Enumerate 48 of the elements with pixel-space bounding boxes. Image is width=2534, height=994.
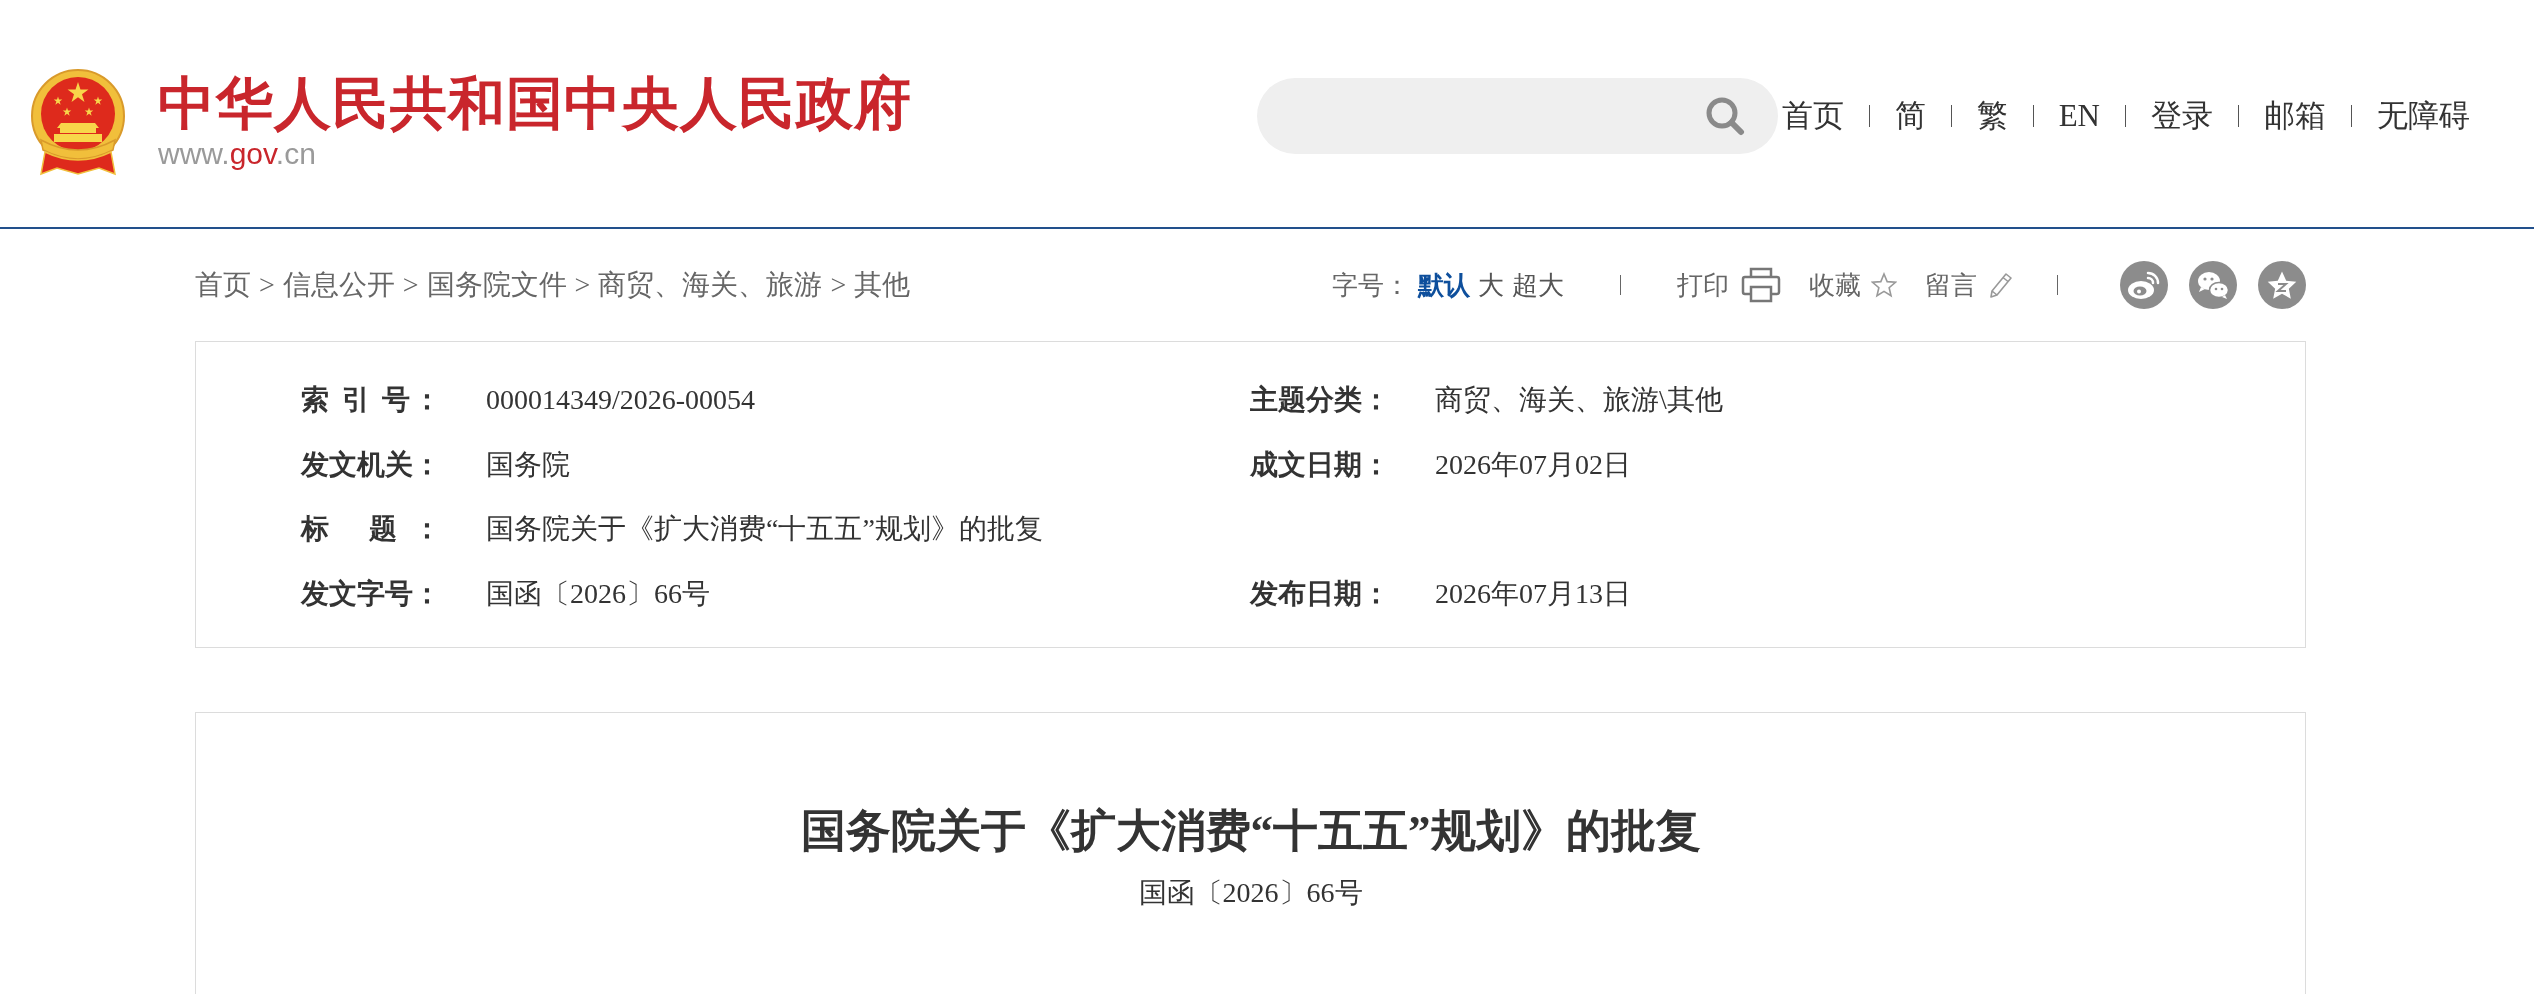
field-value: 000014349/2026-00054 bbox=[486, 383, 756, 418]
field-value: 国函〔2026〕66号 bbox=[486, 576, 710, 611]
field-value: 国务院关于《扩大消费“十五五”规划》的批复 bbox=[486, 512, 1043, 547]
site-url: www.gov.cn bbox=[158, 137, 316, 171]
breadcrumb-link[interactable]: 信息公开 bbox=[282, 266, 395, 304]
pencil-icon bbox=[1987, 272, 2013, 298]
breadcrumb-separator: > bbox=[574, 269, 591, 301]
chat-bubbles-icon[interactable] bbox=[2189, 261, 2237, 309]
field-label: 发文机关： bbox=[301, 447, 441, 482]
field-value: 国务院 bbox=[486, 447, 570, 482]
nav-link[interactable]: 无障碍 bbox=[2377, 96, 2470, 136]
favorite-button[interactable]: 收藏 bbox=[1809, 267, 1897, 303]
breadcrumb-link[interactable]: 国务院文件 bbox=[426, 266, 567, 304]
nav-link[interactable]: 邮箱 bbox=[2264, 96, 2326, 136]
document-number: 国函〔2026〕66号 bbox=[1138, 876, 1363, 910]
search-icon[interactable] bbox=[1704, 96, 1745, 136]
nav-link[interactable]: 登录 bbox=[2151, 96, 2213, 136]
field-value: 商贸、海关、旅游\其他 bbox=[1435, 383, 1723, 418]
nav-link[interactable]: 首页 bbox=[1781, 96, 1844, 136]
font-size-option[interactable]: 默认 bbox=[1418, 267, 1470, 303]
printer-icon bbox=[1741, 267, 1781, 303]
comment-button[interactable]: 留言 bbox=[1925, 267, 2013, 303]
breadcrumb-link[interactable]: 商贸、海关、旅游 bbox=[598, 266, 823, 304]
breadcrumb-separator: > bbox=[402, 269, 419, 301]
weibo-icon[interactable] bbox=[2120, 261, 2168, 309]
breadcrumb-separator: > bbox=[259, 269, 275, 301]
site-title: 中华人民共和国中央人民政府 bbox=[158, 73, 912, 133]
font-size-option[interactable]: 大 bbox=[1478, 267, 1504, 303]
field-label: 索 引 号： bbox=[301, 383, 441, 418]
print-button[interactable]: 打印 bbox=[1677, 267, 1781, 303]
font-size-label: 字号： bbox=[1332, 269, 1410, 302]
nav-link[interactable]: 繁 bbox=[1976, 96, 2008, 136]
field-label: 发文字号： bbox=[301, 576, 441, 611]
field-label: 发布日期： bbox=[1250, 576, 1390, 611]
field-label: 主题分类： bbox=[1250, 383, 1390, 418]
field-value: 2026年07月13日 bbox=[1435, 576, 1631, 611]
breadcrumb-link[interactable]: 其他 bbox=[854, 266, 911, 304]
star-icon bbox=[1871, 272, 1897, 298]
field-label: 标 题： bbox=[301, 512, 441, 547]
breadcrumb-separator: > bbox=[830, 269, 847, 301]
field-value: 2026年07月02日 bbox=[1435, 447, 1631, 482]
breadcrumb-link[interactable]: 首页 bbox=[195, 266, 251, 304]
nav-link[interactable]: 简 bbox=[1894, 96, 1926, 136]
font-size-option[interactable]: 超大 bbox=[1512, 267, 1564, 303]
star-circle-icon[interactable] bbox=[2258, 261, 2306, 309]
field-label: 成文日期： bbox=[1250, 447, 1390, 482]
article-title: 国务院关于《扩大消费“十五五”规划》的批复 bbox=[800, 805, 1701, 858]
nav-link[interactable]: EN bbox=[2058, 96, 2100, 136]
